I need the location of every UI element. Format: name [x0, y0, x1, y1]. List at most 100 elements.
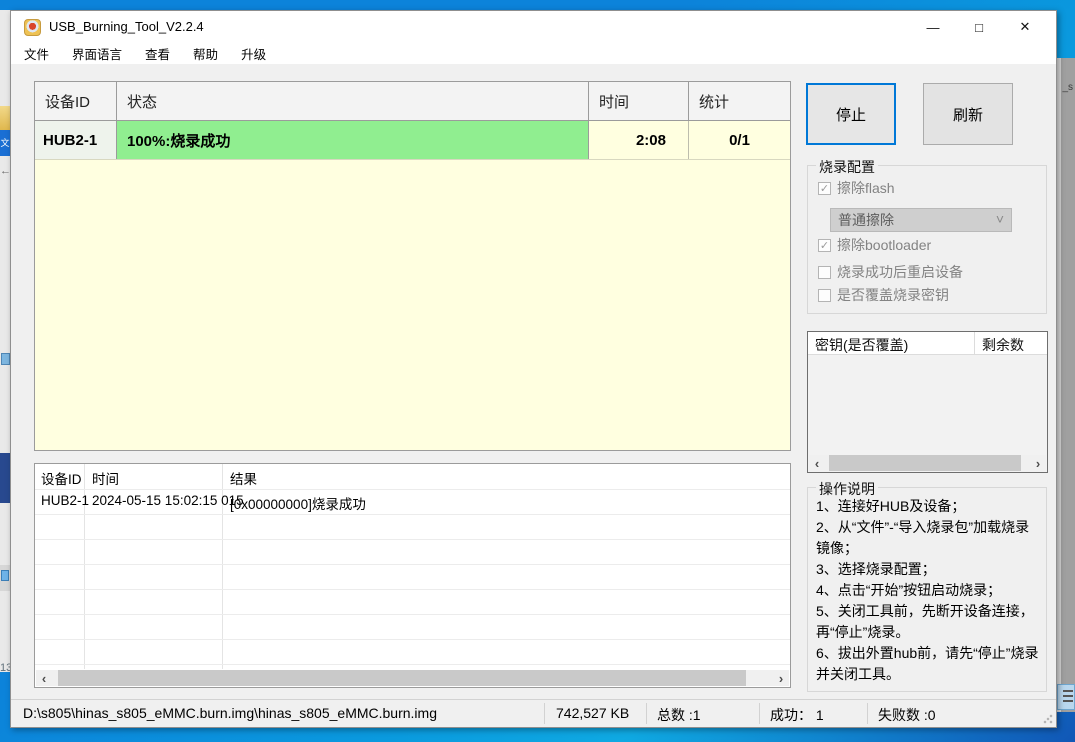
table-row[interactable]: HUB2-1 100%:烧录成功 2:08 0/1 — [35, 121, 790, 160]
instruction-line: 4、点击“开始”按钮启动烧录； — [816, 582, 1002, 598]
col-remaining: 剩余数 — [982, 337, 1024, 353]
menu-help[interactable]: 帮助 — [193, 44, 218, 63]
titlebar: USB_Burning_Tool_V2.2.4 — □ ✕ — [11, 11, 1056, 43]
scrollbar-thumb[interactable] — [829, 455, 1021, 471]
erase-bootloader-label: 擦除bootloader — [837, 237, 932, 253]
content-area: 设备ID 状态 时间 统计 HUB2-1 100%:烧录成功 2:08 0/1 … — [11, 64, 1056, 701]
instruction-line: 2、从“文件”-“导入烧录包”加载烧录镜像； — [816, 519, 1030, 556]
background-window-left-strip: 文 ← 13 — [0, 10, 12, 674]
minimize-button[interactable]: — — [910, 11, 956, 43]
refresh-button[interactable]: 刷新 — [923, 83, 1013, 145]
usb-burning-tool-window: USB_Burning_Tool_V2.2.4 — □ ✕ 文件 界面语言 查看… — [10, 10, 1057, 728]
status-divider — [646, 703, 647, 724]
log-table: 设备ID 时间 结果 HUB2-1 2024-05-15 15:02:15 01… — [34, 463, 791, 688]
burn-config-title: 烧录配置 — [816, 157, 878, 177]
erase-flash-checkbox[interactable]: ✓ — [818, 181, 831, 195]
list-lines-icon — [1063, 690, 1073, 702]
row-divider — [35, 589, 790, 590]
menu-upgrade[interactable]: 升级 — [241, 44, 266, 63]
back-arrow-icon: ← — [0, 165, 11, 177]
row-divider — [35, 539, 790, 540]
status-bar: D:\s805\hinas_s805_eMMC.burn.img\hinas_s… — [11, 699, 1056, 727]
resize-grip[interactable] — [1043, 714, 1053, 724]
status-success: 成功： 1 — [770, 707, 824, 723]
stop-button[interactable]: 停止 — [806, 83, 896, 145]
app-icon — [24, 19, 41, 36]
key-table: 密钥(是否覆盖) 剩余数 ‹ › — [807, 331, 1048, 473]
erase-flash-label: 擦除flash — [837, 180, 895, 196]
overwrite-key-row: 是否覆盖烧录密钥 — [818, 285, 949, 305]
erase-bootloader-row: ✓ 擦除bootloader — [818, 235, 931, 255]
log-result: [0x00000000]烧录成功 — [230, 497, 366, 512]
erase-mode-dropdown[interactable]: 普通擦除 ˅ — [830, 208, 1012, 232]
instruction-line: 5、关闭工具前，先断开设备连接，再“停止”烧录。 — [816, 603, 1034, 640]
erase-mode-value: 普通擦除 — [838, 212, 894, 228]
overwrite-key-label: 是否覆盖烧录密钥 — [837, 287, 949, 303]
background-partial-text: _s — [1062, 82, 1073, 93]
log-time: 2024-05-15 15:02:15 015 — [92, 493, 244, 508]
device-table-header: 设备ID 状态 时间 统计 — [35, 82, 790, 121]
log-table-hscrollbar[interactable]: ‹ › — [36, 670, 789, 686]
row-divider — [35, 614, 790, 615]
instructions-text: 1、连接好HUB及设备； 2、从“文件”-“导入烧录包”加载烧录镜像； 3、选择… — [816, 496, 1040, 685]
menu-language[interactable]: 界面语言 — [72, 44, 122, 63]
time-cell: 2:08 — [589, 121, 689, 159]
row-divider — [35, 489, 790, 490]
menubar: 文件 界面语言 查看 帮助 升级 — [11, 43, 1056, 64]
key-table-hscrollbar[interactable]: ‹ › — [809, 455, 1046, 471]
status-total: 总数 :1 — [657, 707, 701, 723]
chevron-down-icon: ˅ — [995, 211, 1004, 227]
mini-computer-icon — [1, 570, 9, 581]
row-divider — [35, 664, 790, 665]
log-col-device-id: 设备ID — [41, 472, 82, 487]
status-divider — [544, 703, 545, 724]
translate-icon: 文 — [0, 130, 10, 156]
erase-flash-row: ✓ 擦除flash — [818, 178, 895, 198]
folder-icon — [0, 106, 10, 130]
instruction-line: 3、选择烧录配置； — [816, 561, 936, 577]
navy-block — [0, 453, 10, 503]
row-divider — [35, 514, 790, 515]
erase-bootloader-checkbox[interactable]: ✓ — [818, 238, 831, 252]
scroll-right-icon[interactable]: › — [1030, 456, 1046, 471]
status-file-size: 742,527 KB — [556, 705, 630, 721]
device-progress-table: 设备ID 状态 时间 统计 HUB2-1 100%:烧录成功 2:08 0/1 — [34, 81, 791, 451]
col-device-id: 设备ID — [35, 82, 117, 120]
instructions-group: 操作说明 1、连接好HUB及设备； 2、从“文件”-“导入烧录包”加载烧录镜像；… — [807, 479, 1047, 692]
row-divider — [35, 564, 790, 565]
status-failed: 失败数 :0 — [878, 707, 936, 723]
reboot-after-checkbox[interactable] — [818, 265, 831, 279]
device-id-cell: HUB2-1 — [35, 121, 117, 159]
scrollbar-thumb[interactable] — [58, 670, 746, 686]
status-progress-cell: 100%:烧录成功 — [117, 121, 589, 159]
overwrite-key-checkbox[interactable] — [818, 288, 831, 302]
key-table-header: 密钥(是否覆盖) 剩余数 — [808, 332, 1047, 355]
log-col-time: 时间 — [92, 472, 119, 487]
window-title: USB_Burning_Tool_V2.2.4 — [49, 19, 204, 34]
maximize-button[interactable]: □ — [956, 11, 1002, 43]
col-status: 状态 — [117, 82, 589, 120]
instruction-line: 1、连接好HUB及设备； — [816, 498, 966, 514]
log-device-id: HUB2-1 — [41, 493, 90, 508]
scroll-left-icon[interactable]: ‹ — [36, 671, 52, 686]
status-divider — [759, 703, 760, 724]
col-stats: 统计 — [699, 93, 730, 111]
computer-icon — [1, 353, 10, 365]
stats-cell: 0/1 — [689, 121, 790, 159]
column-divider — [974, 332, 975, 355]
reboot-after-row: 烧录成功后重启设备 — [818, 262, 963, 282]
status-divider — [867, 703, 868, 724]
col-key-overwrite: 密钥(是否覆盖) — [815, 337, 909, 353]
menu-view[interactable]: 查看 — [145, 44, 170, 63]
row-divider — [35, 639, 790, 640]
close-button[interactable]: ✕ — [1002, 11, 1048, 43]
scroll-right-icon[interactable]: › — [773, 671, 789, 686]
background-window-right-strip: _s — [1057, 58, 1075, 712]
menu-file[interactable]: 文件 — [24, 44, 49, 63]
reboot-after-label: 烧录成功后重启设备 — [837, 264, 963, 280]
scroll-left-icon[interactable]: ‹ — [809, 456, 825, 471]
log-col-result: 结果 — [230, 472, 257, 487]
window-controls: — □ ✕ — [910, 11, 1048, 43]
col-time: 时间 — [589, 82, 689, 120]
burn-config-group: 烧录配置 ✓ 擦除flash 普通擦除 ˅ ✓ 擦除bootloader 烧录成… — [807, 157, 1047, 314]
